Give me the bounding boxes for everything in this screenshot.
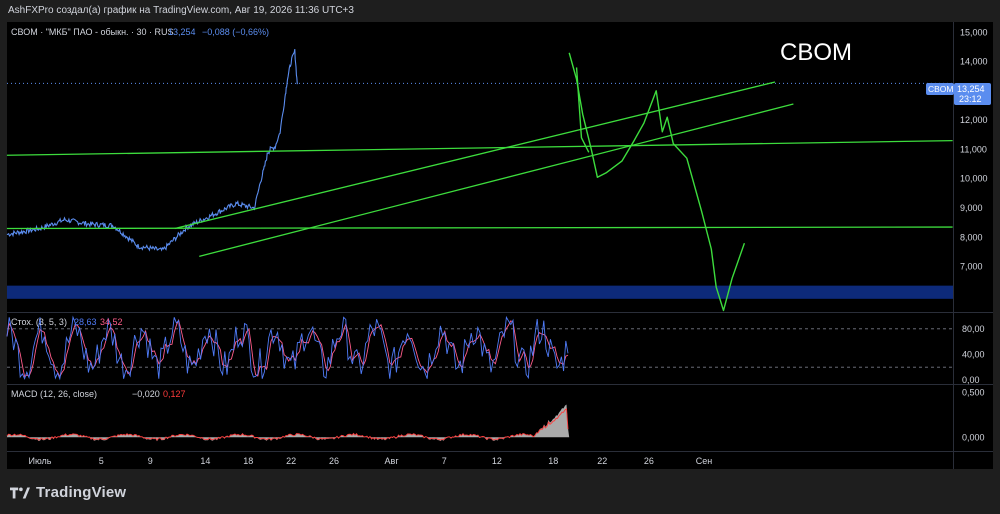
stoch-axis-tick: 40,00: [962, 349, 985, 359]
svg-text:Стох. (3, 5, 3): Стох. (3, 5, 3): [11, 317, 67, 327]
time-axis-tick: 26: [644, 456, 654, 466]
price-axis-tick: 12,000: [960, 115, 988, 125]
price-axis-tick: 9,000: [960, 203, 983, 213]
svg-text:0,127: 0,127: [163, 389, 186, 399]
tradingview-brand: TradingView: [36, 484, 127, 501]
price-axis-tick: 14,000: [960, 57, 988, 67]
chart-canvas[interactable]: 7,000 8,000 9,000 10,000 11,000 12,000 14,000 1…: [0, 0, 1000, 514]
time-axis-tick: 14: [200, 456, 210, 466]
time-axis-tick: 12: [492, 456, 502, 466]
chart-annotation-label: CBOM: [780, 39, 852, 66]
svg-text:34,52: 34,52: [100, 317, 123, 327]
symbol-last-price: 13,254: [168, 27, 196, 37]
symbol-title: СВОМ · "МКБ" ПАО - обыкн. · 30 · RUS: [11, 27, 174, 37]
svg-text:13,254: 13,254: [957, 84, 985, 94]
stoch-axis-tick: 0,00: [962, 375, 980, 385]
time-axis-tick: 22: [286, 456, 296, 466]
time-axis-tick: Авг: [385, 456, 400, 466]
time-axis-tick: 18: [243, 456, 253, 466]
tradingview-logo-icon: [10, 487, 30, 498]
time-axis-tick: Сен: [696, 456, 713, 466]
price-axis-tick: 10,000: [960, 174, 988, 184]
price-axis-tick: 11,000: [960, 144, 987, 154]
svg-text:CBOM: CBOM: [928, 84, 954, 94]
svg-text:MACD (12, 26, close): MACD (12, 26, close): [11, 389, 97, 399]
time-axis-tick: 22: [597, 456, 607, 466]
price-axis-tick: 8,000: [960, 232, 983, 242]
tradingview-logo[interactable]: TradingView: [10, 484, 126, 501]
macd-axis-tick: 0,000: [962, 432, 985, 442]
svg-text:23:12: 23:12: [959, 94, 982, 104]
time-axis-tick: 5: [99, 456, 104, 466]
blue-zone-band: [7, 285, 953, 299]
time-axis-tick: 7: [442, 456, 447, 466]
svg-text:28,63: 28,63: [74, 317, 97, 327]
time-axis-tick: Июль: [29, 456, 52, 466]
stoch-axis-tick: 80,00: [962, 324, 985, 334]
macd-axis-tick: 0,500: [962, 387, 985, 397]
time-axis-tick: 18: [548, 456, 558, 466]
time-axis-tick: 26: [329, 456, 339, 466]
price-axis-tick: 7,000: [960, 262, 983, 272]
time-axis-tick: 9: [148, 456, 153, 466]
svg-text:−0,020: −0,020: [132, 389, 160, 399]
stoch-legend: Стох. (3, 5, 3) 28,63 34,52: [11, 317, 123, 327]
symbol-change: −0,088 (−0,66%): [202, 27, 269, 37]
price-axis-tick: 15,000: [960, 27, 988, 37]
